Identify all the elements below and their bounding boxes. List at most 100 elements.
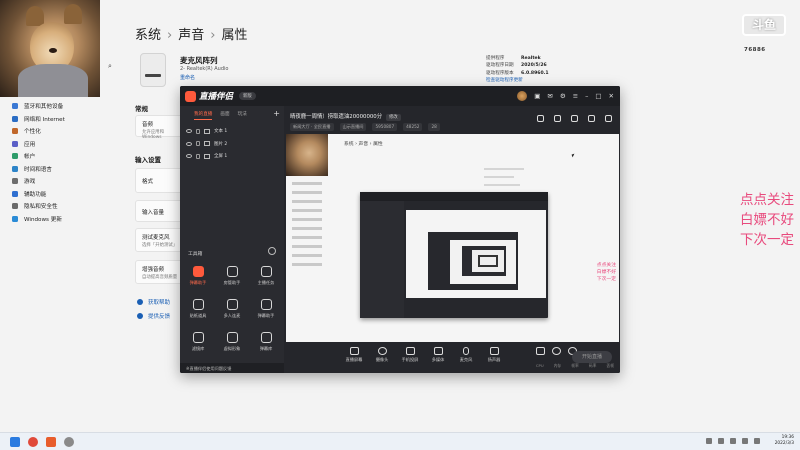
copy-icon[interactable] (554, 115, 561, 122)
feedback-link[interactable]: 提供反馈 (137, 312, 170, 320)
edit-icon[interactable] (571, 115, 578, 122)
maximize-icon[interactable]: □ (595, 92, 601, 101)
sidebar-item-label: 隐私和安全性 (24, 204, 58, 211)
source-item[interactable]: 图片 2 (180, 138, 284, 151)
preview-sidebar (292, 182, 330, 272)
tab-play[interactable]: 玩法 (238, 111, 247, 120)
microphone-button[interactable]: 麦克风 (454, 347, 478, 363)
sidebar-item-icon (12, 203, 18, 210)
toolbox-item[interactable]: 弹幕助手 (184, 266, 212, 286)
driver-info: 提供程序 Realtek 驱动程序日期 2020/5/26 驱动程序版本 6.0.89… (486, 56, 549, 84)
sidebar-item[interactable]: 个性化 (0, 125, 118, 138)
version-badge[interactable]: 新版 (239, 92, 256, 100)
shield-icon[interactable] (718, 438, 724, 444)
test-mic-card[interactable]: 测试麦克风 选择「开始测试」 (135, 228, 185, 252)
tool-icon (260, 299, 272, 310)
streaming-app-window: 直播伴侣 新版 ▣ ✉ ⚙ ≡ – □ ✕ 我的直播 画面 玩法 + 文本 1 … (180, 86, 620, 373)
room-id: 76886 (744, 47, 766, 53)
phone-icon (405, 347, 415, 355)
breadcrumb-sound[interactable]: 声音 (178, 28, 204, 43)
source-item[interactable]: 文本 1 (180, 125, 284, 138)
toolbox-title: 工具箱 (188, 252, 203, 257)
get-help-link[interactable]: 获取帮助 (137, 298, 170, 306)
input-volume-card[interactable]: 输入音量 (135, 200, 185, 222)
tool-icon (226, 332, 238, 343)
bell-icon[interactable] (588, 115, 595, 122)
camera-button[interactable]: 摄像头 (370, 347, 394, 363)
sidebar-item-icon (12, 178, 18, 185)
minimize-icon[interactable]: – (585, 92, 588, 101)
search-icon[interactable]: ⌕ (108, 62, 112, 71)
breadcrumb-properties: 属性 (221, 28, 248, 43)
mail-icon[interactable]: ✉ (547, 92, 552, 101)
tool-label: 主播任务 (257, 280, 275, 285)
toolbox-item[interactable]: 多人连麦 (218, 299, 246, 319)
source-item[interactable]: 全屏 1 (180, 150, 284, 163)
screen-capture-button[interactable]: 直播屏幕 (342, 347, 366, 363)
toolbox-item[interactable]: 主播任务 (252, 266, 280, 286)
settings-icon[interactable]: ⚙ (560, 92, 566, 101)
toolbox-settings-icon[interactable] (268, 247, 276, 255)
sidebar-item[interactable]: 时间和语言 (0, 163, 118, 176)
toolbox-item[interactable]: 弹幕库 (252, 332, 280, 352)
edit-title-button[interactable]: 修改 (386, 114, 401, 121)
tool-icon (260, 266, 272, 277)
volume-icon[interactable] (742, 438, 748, 444)
sidebar-item-icon (12, 153, 18, 160)
camera-icon (377, 347, 387, 355)
toolbox-item[interactable]: 弹幕助手 (252, 299, 280, 319)
avatar[interactable] (517, 91, 528, 101)
streaming-app-icon[interactable] (46, 437, 56, 447)
battery-icon[interactable] (754, 438, 760, 444)
taskbar: 19:36 2022/3/3 (0, 432, 800, 450)
sidebar-item[interactable]: 帐户 (0, 150, 118, 163)
sidebar-item-icon (12, 103, 18, 110)
up-arrow-icon[interactable] (706, 438, 712, 444)
stream-title[interactable]: 晴夜鹿一周情）捞取遗油20000000分 修改 (290, 112, 401, 121)
preview-breadcrumb: 系统 › 声音 › 属性 (344, 142, 383, 147)
sidebar-item[interactable]: Windows 更新 (0, 213, 118, 226)
clock[interactable]: 19:36 2022/3/3 (775, 435, 794, 447)
audio-card[interactable]: 音频 允许应用和 Windows (135, 115, 185, 140)
sidebar-item[interactable]: 网络和 Internet (0, 113, 118, 126)
media-button[interactable]: 多媒体 (426, 347, 450, 363)
toolbox-item[interactable]: 虚拟形象 (218, 332, 246, 352)
speaker-button[interactable]: 扬声器 (482, 347, 506, 363)
add-source-icon[interactable]: + (273, 109, 280, 118)
tab-scene[interactable]: 画面 (220, 111, 229, 120)
close-icon[interactable]: ✕ (609, 92, 614, 101)
sidebar-item[interactable]: 隐私和安全性 (0, 200, 118, 213)
enhance-audio-card[interactable]: 增强音频 自动提高音频质量 (135, 260, 185, 284)
sidebar-item[interactable]: 蓝牙和其他设备 (0, 100, 118, 113)
go-live-button[interactable]: 开始直播 (572, 351, 612, 363)
stream-preview[interactable]: 系统 › 声音 › 属性 点点关注 白嫖不好 下次一定 (286, 134, 619, 342)
sidebar-item[interactable]: 辅助功能 (0, 188, 118, 201)
start-icon[interactable] (10, 437, 20, 447)
microphone-icon (463, 347, 469, 355)
gift-icon[interactable] (537, 115, 544, 122)
weibo-icon[interactable] (28, 437, 38, 447)
share-icon[interactable] (605, 115, 612, 122)
eye-icon (186, 141, 192, 146)
breadcrumb-system[interactable]: 系统 (135, 28, 161, 43)
menu-icon[interactable]: ≡ (573, 92, 578, 101)
rename-link[interactable]: 重命名 (180, 74, 195, 81)
tab-my-live[interactable]: 我的直播 (194, 111, 213, 120)
tool-label: 多人连麦 (223, 313, 241, 318)
webcam-overlay (0, 0, 100, 97)
sidebar-item[interactable]: 游戏 (0, 175, 118, 188)
source-tabs: 我的直播 画面 玩法 (180, 106, 284, 120)
skin-icon[interactable]: ▣ (534, 92, 540, 101)
settings-taskbar-icon[interactable] (64, 437, 74, 447)
phone-cast-button[interactable]: 手机投屏 (398, 347, 422, 363)
toolbox-item[interactable]: 贴纸道具 (184, 299, 212, 319)
toolbox-item[interactable]: 滤镜库 (184, 332, 212, 352)
sidebar-item[interactable]: 应用 (0, 138, 118, 151)
toolbox-item[interactable]: 房管助手 (218, 266, 246, 286)
source-list: 文本 1 图片 2 全屏 1 (180, 125, 284, 163)
format-card[interactable]: 格式 (135, 168, 185, 193)
wifi-icon[interactable] (730, 438, 736, 444)
feedback-notice[interactable]: ※直播伴侣使用问题反馈 (180, 363, 284, 373)
tool-icon (226, 266, 238, 277)
check-driver-link[interactable]: 检查驱动程序更新 (486, 77, 523, 84)
